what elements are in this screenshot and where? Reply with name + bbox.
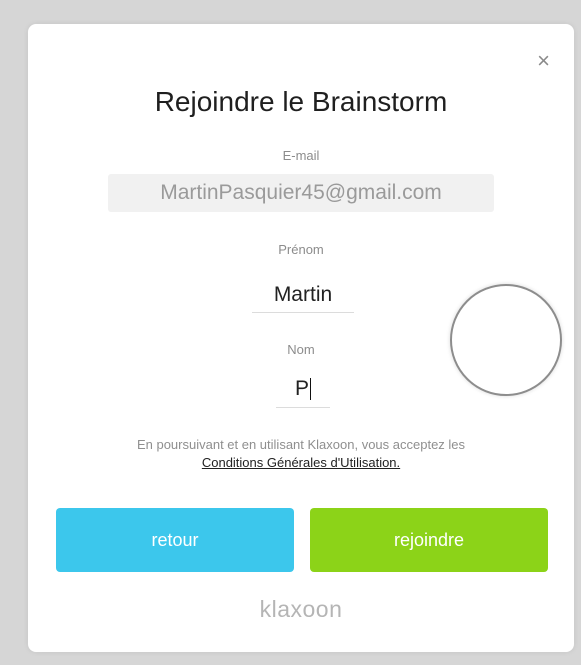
touch-indicator bbox=[450, 284, 562, 396]
email-field: MartinPasquier45@gmail.com bbox=[108, 174, 494, 212]
text-cursor bbox=[310, 378, 311, 401]
close-icon[interactable]: × bbox=[537, 50, 550, 72]
terms-link[interactable]: Conditions Générales d'Utilisation. bbox=[202, 455, 400, 470]
last-name-input[interactable]: P bbox=[276, 371, 330, 408]
first-name-input[interactable]: Martin bbox=[252, 278, 354, 313]
dialog-title: Rejoindre le Brainstorm bbox=[154, 86, 448, 117]
terms-text: En poursuivant et en utilisant Klaxoon, … bbox=[136, 437, 466, 452]
klaxoon-logo: klaxoon bbox=[259, 596, 343, 622]
first-name-label: Prénom bbox=[278, 242, 324, 257]
back-button[interactable]: retour bbox=[56, 508, 294, 572]
email-label: E-mail bbox=[282, 148, 320, 163]
join-button[interactable]: rejoindre bbox=[310, 508, 548, 572]
last-name-value: P bbox=[294, 377, 309, 400]
terms-notice: En poursuivant et en utilisant Klaxoon, … bbox=[58, 436, 544, 472]
